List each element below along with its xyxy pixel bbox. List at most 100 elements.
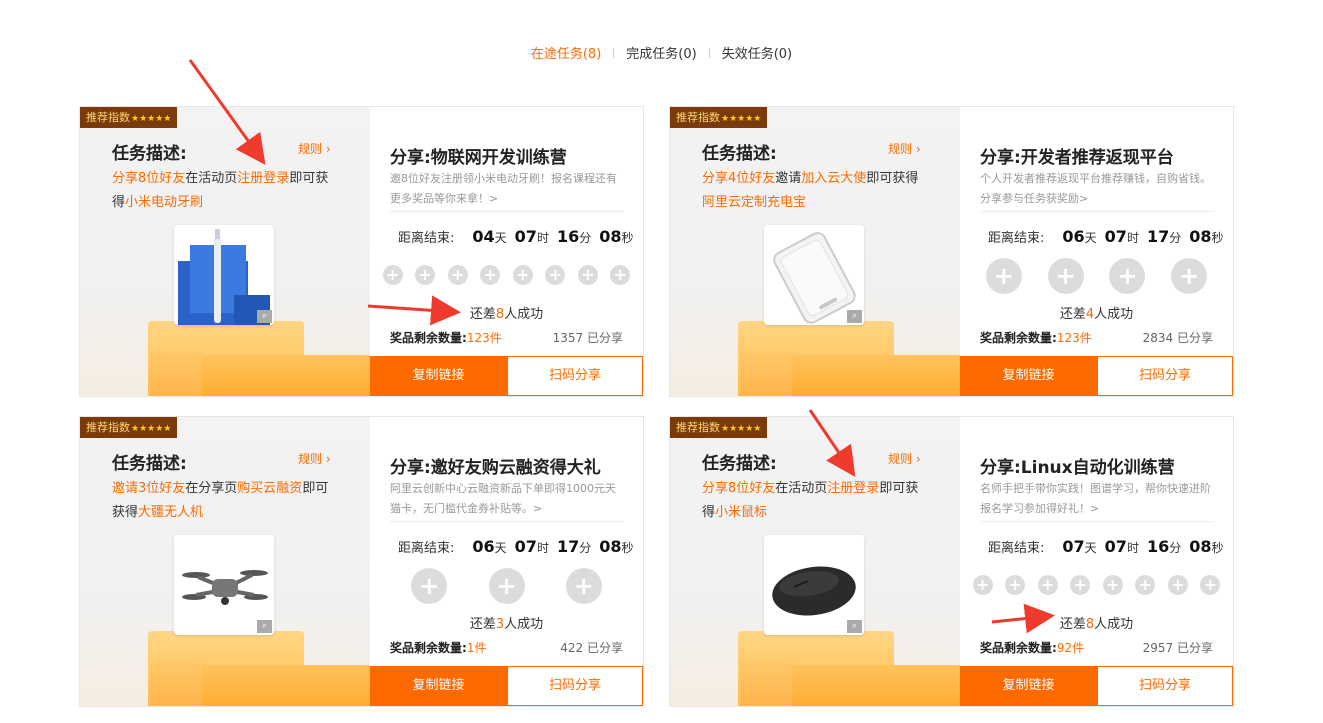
highlight-text: 小米电动牙刷 — [125, 195, 204, 210]
recommend-badge: 推荐指数★★★★★ — [80, 417, 178, 438]
countdown-minutes: 17 — [1146, 227, 1170, 246]
task-card: 推荐指数★★★★★ 任务描述: 规则 › 分享4位好友邀请加入云大使即可获得阿里… — [669, 106, 1234, 397]
add-friend-icon: + — [1109, 258, 1146, 294]
share-subtitle[interactable]: 名师手把手带你实践！图谱学习，帮你快速进阶报名学习参加得好礼！> — [980, 479, 1216, 519]
share-panel: 分享:物联网开发训练营 邀8位好友注册领小米电动牙刷！报名课程还有更多奖品等你来… — [370, 107, 643, 396]
highlight-text: 分享8位好友 — [112, 171, 186, 186]
tab-expired[interactable]: 失效任务(0) — [710, 43, 804, 62]
countdown: 距离结束: 06天 07时 17分 08秒 — [988, 227, 1224, 246]
share-panel: 分享:邀好友购云融资得大礼 阿里云创新中心云融资新品下单即得1000元天猫卡，无… — [370, 417, 643, 706]
unit-label: 时 — [536, 541, 549, 555]
share-subtitle[interactable]: 邀8位好友注册领小米电动牙刷！报名课程还有更多奖品等你来拿！> — [390, 169, 626, 209]
unit-label: 天 — [494, 231, 507, 245]
unit-label: 秒 — [621, 231, 634, 245]
remain-number: 8 — [495, 307, 505, 322]
description-title: 任务描述: — [112, 144, 187, 164]
highlight-text: 分享4位好友 — [702, 171, 776, 186]
tab-in-progress[interactable]: 在途任务(8) — [519, 43, 613, 62]
task-description-panel: 推荐指数★★★★★ 任务描述: 规则 › 分享4位好友邀请加入云大使即可获得阿里… — [670, 107, 960, 396]
countdown-label: 距离结束: — [988, 541, 1045, 556]
countdown-seconds: 08 — [599, 227, 622, 246]
countdown-label: 距离结束: — [988, 231, 1045, 246]
magnifier-icon[interactable]: ⌕ — [257, 310, 272, 323]
add-friend-icon: + — [488, 568, 525, 604]
task-description-panel: 推荐指数★★★★★ 任务描述: 规则 › 分享8位好友在活动页注册登录即可获得小… — [670, 417, 960, 706]
badge-label: 推荐指数 — [676, 421, 720, 434]
unit-label: 分 — [579, 231, 592, 245]
stock-value: 123件 — [1056, 331, 1092, 345]
remaining-count: 还差8人成功 — [370, 303, 643, 322]
badge-label: 推荐指数 — [86, 421, 130, 434]
task-description: 分享8位好友在活动页注册登录即可获得小米鼠标 — [702, 477, 926, 525]
magnifier-icon[interactable]: ⌕ — [257, 620, 272, 633]
tab-completed[interactable]: 完成任务(0) — [614, 43, 708, 62]
remain-prefix: 还差 — [1059, 617, 1086, 632]
rules-link[interactable]: 规则 › — [888, 140, 921, 157]
add-friend-icon: + — [985, 258, 1022, 294]
copy-link-button[interactable]: 复制链接 — [370, 666, 507, 706]
task-card: 推荐指数★★★★★ 任务描述: 规则 › 分享8位好友在活动页注册登录即可获得小… — [669, 416, 1234, 707]
copy-link-button[interactable]: 复制链接 — [370, 356, 507, 396]
prize-image[interactable]: ⌕ — [174, 535, 274, 635]
countdown-hours: 07 — [514, 227, 537, 246]
description-text: 在活动页 — [775, 481, 828, 496]
add-friend-icon: + — [1200, 575, 1221, 595]
scan-share-button[interactable]: 扫码分享 — [1097, 356, 1233, 396]
divider — [390, 521, 624, 522]
share-count: 422 已分享 — [560, 641, 623, 655]
prize-image[interactable]: ⌕ — [174, 225, 274, 325]
rules-link[interactable]: 规则 › — [298, 450, 331, 467]
add-friend-icon: + — [1005, 575, 1026, 595]
podium-decoration — [202, 665, 370, 706]
countdown-seconds: 08 — [599, 537, 622, 556]
stock-label: 奖品剩余数量: — [980, 331, 1057, 345]
podium-decoration — [150, 661, 204, 706]
highlight-text: 阿里云定制充电宝 — [702, 195, 807, 210]
task-tabs: 在途任务(8) 完成任务(0) 失效任务(0) — [0, 43, 1323, 62]
copy-link-button[interactable]: 复制链接 — [960, 666, 1097, 706]
share-count: 2957 已分享 — [1142, 641, 1213, 655]
magnifier-icon[interactable]: ⌕ — [847, 620, 862, 633]
share-subtitle[interactable]: 阿里云创新中心云融资新品下单即得1000元天猫卡，无门槛代金券补贴等。> — [390, 479, 626, 519]
add-friend-icon: + — [1171, 258, 1208, 294]
star-rating-icon: ★★★★★ — [131, 424, 172, 434]
task-description-panel: 推荐指数★★★★★ 任务描述: 规则 › 邀请3位好友在分享页购买云融资即可获得… — [80, 417, 370, 706]
recommend-badge: 推荐指数★★★★★ — [80, 107, 178, 128]
prize-image[interactable]: ⌕ — [764, 225, 864, 325]
recommend-badge: 推荐指数★★★★★ — [670, 417, 768, 438]
scan-share-button[interactable]: 扫码分享 — [507, 666, 643, 706]
add-friend-icon: + — [545, 265, 566, 285]
countdown-label: 距离结束: — [398, 541, 455, 556]
remain-suffix: 人成功 — [1094, 307, 1134, 322]
stock-value: 92件 — [1056, 641, 1085, 655]
scan-share-button[interactable]: 扫码分享 — [1097, 666, 1233, 706]
countdown-hours: 07 — [514, 537, 537, 556]
task-description-panel: 推荐指数★★★★★ 任务描述: 规则 › 分享8位好友在活动页注册登录即可获得小… — [80, 107, 370, 396]
friend-slots: + + + + + + + + — [960, 575, 1233, 595]
description-text: 即可获得 — [866, 171, 919, 186]
description-text: 在活动页 — [185, 171, 238, 186]
share-subtitle[interactable]: 个人开发者推荐返现平台推荐赚钱，自购省钱。分享参与任务获奖励> — [980, 169, 1216, 209]
stock-label: 奖品剩余数量: — [980, 641, 1057, 655]
share-count: 1357 已分享 — [552, 331, 623, 345]
countdown-seconds: 08 — [1189, 537, 1212, 556]
add-friend-icon: + — [415, 265, 436, 285]
magnifier-icon[interactable]: ⌕ — [847, 310, 862, 323]
remaining-count: 还差8人成功 — [960, 613, 1233, 632]
rules-link[interactable]: 规则 › — [298, 140, 331, 157]
share-panel: 分享:Linux自动化训练营 名师手把手带你实践！图谱学习，帮你快速进阶报名学习… — [960, 417, 1233, 706]
divider — [980, 211, 1214, 212]
unit-label: 秒 — [1211, 541, 1224, 555]
countdown-seconds: 08 — [1189, 227, 1212, 246]
highlight-text: 小米鼠标 — [715, 505, 768, 520]
unit-label: 分 — [1169, 231, 1182, 245]
podium-decoration — [792, 665, 960, 706]
task-description: 分享4位好友邀请加入云大使即可获得阿里云定制充电宝 — [702, 167, 926, 215]
highlight-text: 购买云融资 — [237, 481, 303, 496]
copy-link-button[interactable]: 复制链接 — [960, 356, 1097, 396]
remain-prefix: 还差 — [1059, 307, 1086, 322]
scan-share-button[interactable]: 扫码分享 — [507, 356, 643, 396]
prize-image[interactable]: ⌕ — [764, 535, 864, 635]
rules-link[interactable]: 规则 › — [888, 450, 921, 467]
podium-decoration — [740, 661, 794, 706]
